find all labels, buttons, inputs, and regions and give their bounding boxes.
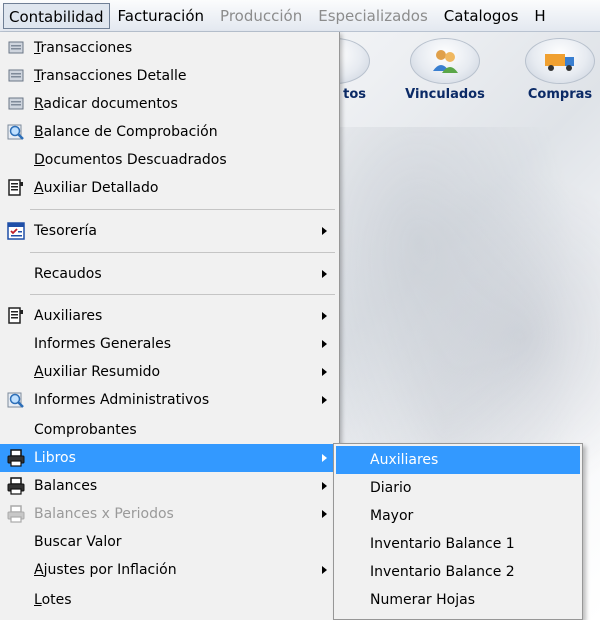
menu-item-label: Buscar Valor xyxy=(34,534,122,550)
submenu-arrow-icon xyxy=(322,368,327,376)
menu-item-label: Auxiliares xyxy=(34,308,103,324)
submenu-arrow-icon xyxy=(322,482,327,490)
menu-item-informes-administrativos[interactable]: Informes Administrativos xyxy=(0,386,339,414)
contabilidad-dropdown: Transacciones Transacciones Detalle Radi… xyxy=(0,32,340,620)
submenu-item-auxiliares[interactable]: Auxiliares xyxy=(336,446,580,474)
magnifier-icon xyxy=(7,392,24,408)
vinculados-label: Vinculados xyxy=(405,87,485,102)
menu-item-lotes[interactable]: Lotes xyxy=(0,586,339,614)
submenu-arrow-icon xyxy=(322,227,327,235)
menu-item-label: Informes Administrativos xyxy=(34,392,210,408)
libros-submenu: Auxiliares Diario Mayor Inventario Balan… xyxy=(333,443,583,620)
menu-item-balances[interactable]: Balances xyxy=(0,472,339,500)
menu-item-informes-generales[interactable]: Informes Generales xyxy=(0,330,339,358)
submenu-item-mayor[interactable]: Mayor xyxy=(336,502,580,530)
menu-item-label: Auxiliar Resumido xyxy=(34,364,161,380)
menu-item-label: Auxiliar Detallado xyxy=(34,180,159,196)
menu-bar: Contabilidad Facturación Producción Espe… xyxy=(0,0,600,32)
menu-item-label: Radicar documentos xyxy=(34,96,178,112)
submenu-arrow-icon xyxy=(322,270,327,278)
compras-button[interactable]: Compras xyxy=(515,38,600,102)
submenu-arrow-icon xyxy=(322,454,327,462)
menu-item-ajustes-inflacion[interactable]: Ajustes por Inflación xyxy=(0,556,339,584)
menu-item-auxiliar-resumido[interactable]: Auxiliar Resumido xyxy=(0,358,339,386)
submenu-item-label: Mayor xyxy=(370,508,414,524)
submenu-arrow-icon xyxy=(322,340,327,348)
menu-catalogos[interactable]: Catalogos xyxy=(436,3,527,29)
menu-item-auxiliares[interactable]: Auxiliares xyxy=(0,302,339,330)
menu-item-label: Balance de Comprobación xyxy=(34,124,218,140)
submenu-item-label: Numerar Hojas xyxy=(370,592,475,608)
submenu-item-label: Auxiliares xyxy=(370,452,439,468)
menu-item-label: Documentos Descuadrados xyxy=(34,152,227,168)
menu-separator xyxy=(30,294,335,295)
menu-contabilidad[interactable]: Contabilidad xyxy=(3,2,110,29)
vinculados-icon xyxy=(410,38,480,84)
truck-icon xyxy=(525,38,595,84)
menu-item-label: Informes Generales xyxy=(34,336,172,352)
menu-item-label: Lotes xyxy=(34,592,72,608)
menu-item-label: Balances xyxy=(34,478,98,494)
submenu-item-label: Inventario Balance 2 xyxy=(370,564,515,580)
menu-item-buscar-valor[interactable]: Buscar Valor xyxy=(0,528,339,556)
menu-item-tesoreria[interactable]: Tesorería xyxy=(0,217,339,245)
vinculados-button[interactable]: Vinculados xyxy=(400,38,490,102)
menu-item-label: Recaudos xyxy=(34,266,102,282)
menu-item-recaudos[interactable]: Recaudos xyxy=(0,260,339,288)
printer-icon xyxy=(7,449,25,467)
submenu-item-inventario-balance-1[interactable]: Inventario Balance 1 xyxy=(336,530,580,558)
printer-report-icon xyxy=(8,307,23,324)
submenu-arrow-icon xyxy=(322,566,327,574)
submenu-arrow-icon xyxy=(322,312,327,320)
submenu-item-numerar-hojas[interactable]: Numerar Hojas xyxy=(336,586,580,614)
menu-item-libros[interactable]: Libros xyxy=(0,444,339,472)
submenu-arrow-icon xyxy=(322,510,327,518)
menu-item-label: Tesorería xyxy=(34,223,97,239)
menu-item-balances-periodos[interactable]: Balances x Periodos xyxy=(0,500,339,528)
menu-item-label: Libros xyxy=(34,450,76,466)
submenu-item-diario[interactable]: Diario xyxy=(336,474,580,502)
menu-item-label: Balances x Periodos xyxy=(34,506,174,522)
menu-especializados[interactable]: Especializados xyxy=(310,3,436,29)
menu-item-radicar-documentos[interactable]: Radicar documentos xyxy=(0,90,339,118)
menu-item-label: Transacciones Detalle xyxy=(34,68,187,84)
menu-item-auxiliar-detallado[interactable]: Auxiliar Detallado xyxy=(0,174,339,202)
printer-report-icon xyxy=(8,179,23,196)
menu-facturacion[interactable]: Facturación xyxy=(110,3,213,29)
menu-item-documentos-descuadrados[interactable]: Documentos Descuadrados xyxy=(0,146,339,174)
document-stack-icon xyxy=(8,41,24,54)
submenu-item-label: Inventario Balance 1 xyxy=(370,536,515,552)
compras-label: Compras xyxy=(527,87,593,102)
printer-icon xyxy=(7,505,25,523)
menu-item-label: Comprobantes xyxy=(34,422,137,438)
menu-item-balance-comprobacion[interactable]: Balance de Comprobación xyxy=(0,118,339,146)
document-stack-icon xyxy=(8,97,24,110)
menu-item-comprobantes[interactable]: Comprobantes xyxy=(0,416,339,444)
submenu-item-label: Diario xyxy=(370,480,412,496)
printer-icon xyxy=(7,477,25,495)
menu-item-transacciones-detalle[interactable]: Transacciones Detalle xyxy=(0,62,339,90)
menu-item-label: Ajustes por Inflación xyxy=(34,562,177,578)
menu-separator xyxy=(30,209,335,210)
magnifier-icon xyxy=(7,124,24,140)
menu-h[interactable]: H xyxy=(526,3,545,29)
menu-item-label: Transacciones xyxy=(34,40,133,56)
submenu-item-inventario-balance-2[interactable]: Inventario Balance 2 xyxy=(336,558,580,586)
menu-produccion[interactable]: Producción xyxy=(212,3,310,29)
menu-item-transacciones[interactable]: Transacciones xyxy=(0,34,339,62)
document-stack-icon xyxy=(8,69,24,82)
menu-separator xyxy=(30,252,335,253)
checklist-icon xyxy=(7,222,25,240)
submenu-arrow-icon xyxy=(322,396,327,404)
